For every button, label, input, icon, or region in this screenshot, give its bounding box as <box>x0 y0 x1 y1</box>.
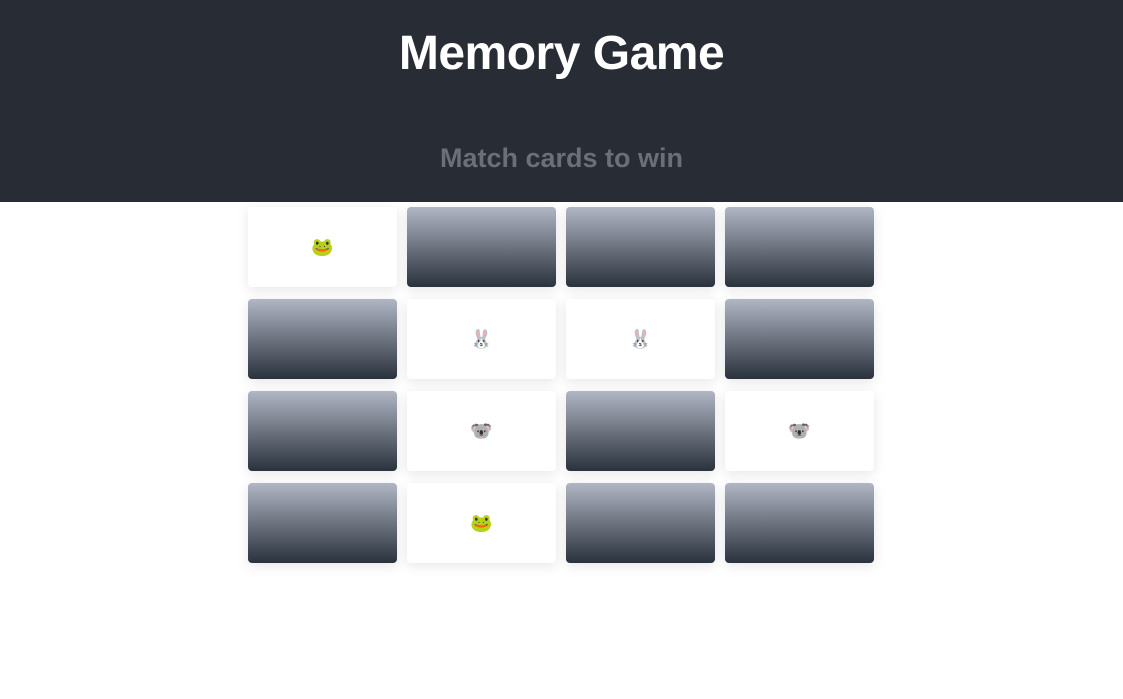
frog-icon: 🐸 <box>311 237 334 257</box>
page-title: Memory Game <box>398 27 725 80</box>
memory-card-face-down[interactable] <box>725 207 874 287</box>
memory-card-face-down[interactable] <box>248 483 397 563</box>
memory-card-face-up[interactable]: 🐨 <box>407 391 556 471</box>
memory-card-face-up[interactable]: 🐰 <box>407 299 556 379</box>
memory-card-face-down[interactable] <box>725 299 874 379</box>
memory-card-face-up[interactable]: 🐨 <box>725 391 874 471</box>
memory-card-face-down[interactable] <box>566 483 715 563</box>
frog-icon: 🐸 <box>470 513 493 533</box>
koala-icon: 🐨 <box>788 421 811 441</box>
memory-card-face-up[interactable]: 🐰 <box>566 299 715 379</box>
memory-card-face-up[interactable]: 🐸 <box>248 207 397 287</box>
card-board: 🐸 🐰 🐰 🐨 🐨 🐸 <box>248 207 874 563</box>
memory-card-face-down[interactable] <box>725 483 874 563</box>
memory-card-face-down[interactable] <box>566 391 715 471</box>
memory-card-face-up[interactable]: 🐸 <box>407 483 556 563</box>
memory-card-face-down[interactable] <box>248 391 397 471</box>
rabbit-icon: 🐰 <box>629 329 652 349</box>
memory-card-face-down[interactable] <box>407 207 556 287</box>
memory-card-face-down[interactable] <box>566 207 715 287</box>
rabbit-icon: 🐰 <box>470 329 493 349</box>
header: Memory Game Match cards to win <box>0 0 1123 202</box>
page-subtitle: Match cards to win <box>439 143 684 173</box>
memory-card-face-down[interactable] <box>248 299 397 379</box>
koala-icon: 🐨 <box>470 421 493 441</box>
